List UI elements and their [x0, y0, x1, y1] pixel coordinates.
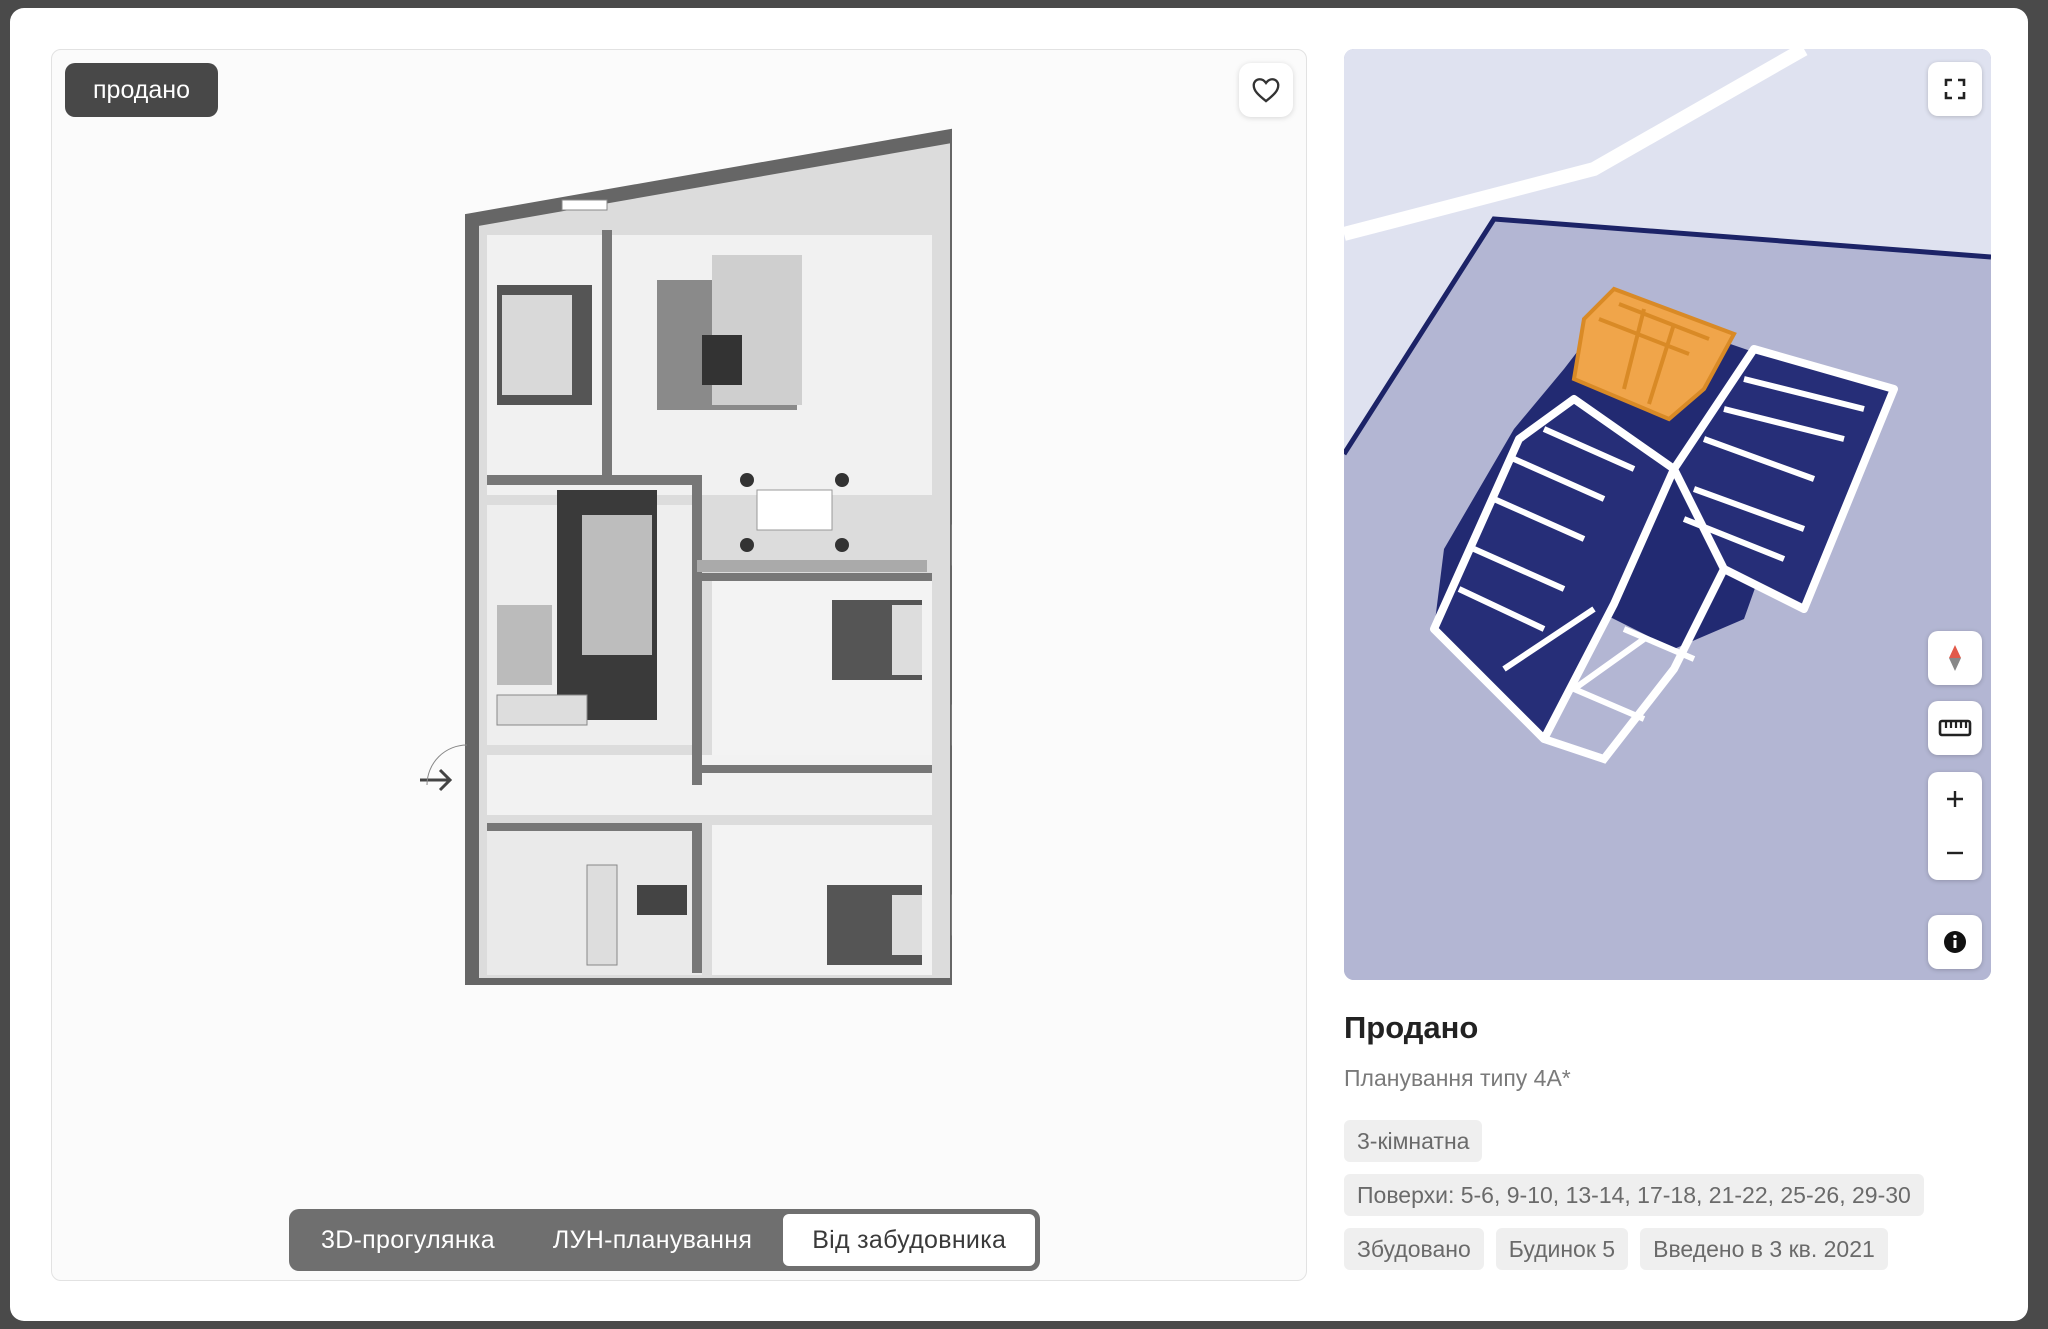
commissioned-chip: Введено в 3 кв. 2021: [1640, 1228, 1888, 1270]
floorplan-card: продано 3D-прогулянка ЛУН-планування Від…: [51, 49, 1307, 1281]
map-canvas: [1344, 49, 1991, 980]
building-chip: Будинок 5: [1495, 1228, 1629, 1270]
building-3d-map[interactable]: [1344, 49, 1991, 980]
info-icon: [1944, 931, 1966, 953]
zoom-controls: [1928, 772, 1982, 880]
build-status-chip: Збудовано: [1344, 1228, 1484, 1270]
zoom-out-button[interactable]: [1928, 826, 1982, 880]
plus-icon: [1947, 791, 1963, 807]
tab-3d-walk[interactable]: 3D-прогулянка: [292, 1212, 524, 1268]
info-button[interactable]: [1928, 915, 1982, 969]
status-badge: продано: [65, 63, 218, 117]
fullscreen-icon: [1944, 78, 1966, 100]
floors-chip: Поверхи: 5-6, 9-10, 13-14, 17-18, 21-22,…: [1344, 1174, 1924, 1216]
compass-icon: [1949, 645, 1961, 671]
floor-plan-image: [420, 128, 952, 985]
apartment-modal: продано 3D-прогулянка ЛУН-планування Від…: [10, 8, 2028, 1321]
apartment-attributes: 3-кімнатна Поверхи: 5-6, 9-10, 13-14, 17…: [1344, 1120, 2024, 1282]
favorite-button[interactable]: [1239, 63, 1293, 117]
ruler-button[interactable]: [1928, 701, 1982, 755]
fullscreen-button[interactable]: [1928, 62, 1982, 116]
ruler-icon: [1938, 719, 1972, 737]
heart-icon: [1252, 78, 1280, 103]
apartment-status-title: Продано: [1344, 1010, 1479, 1045]
tab-developer-plan[interactable]: Від забудовника: [781, 1212, 1038, 1268]
zoom-in-button[interactable]: [1928, 772, 1982, 826]
layout-type: Планування типу 4А*: [1344, 1065, 1571, 1091]
plan-source-tabs: 3D-прогулянка ЛУН-планування Від забудов…: [289, 1209, 1041, 1271]
tab-lun-plan[interactable]: ЛУН-планування: [524, 1212, 781, 1268]
rooms-chip: 3-кімнатна: [1344, 1120, 1483, 1162]
compass-button[interactable]: [1928, 631, 1982, 685]
minus-icon: [1947, 851, 1963, 855]
